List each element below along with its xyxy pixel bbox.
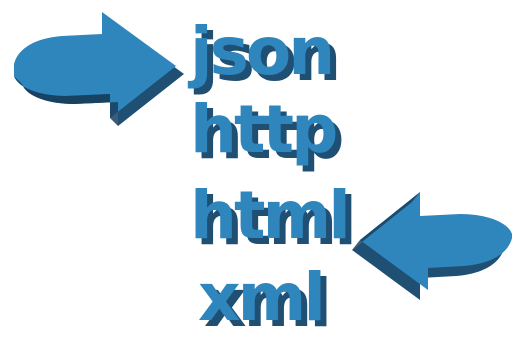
words-stack: json json http http html html xml xml [187, 13, 357, 342]
illustration: json json http http html html xml xml [0, 0, 514, 345]
arrow-right-3d-icon [14, 12, 184, 126]
arrow-left-3d-icon [352, 192, 512, 300]
word-xml: xml [198, 259, 323, 336]
word-http: http [190, 91, 336, 168]
word-json: json [187, 13, 332, 90]
format-arrows-illustration: json json http http html html xml xml [14, 12, 512, 342]
word-html: html [190, 177, 348, 254]
